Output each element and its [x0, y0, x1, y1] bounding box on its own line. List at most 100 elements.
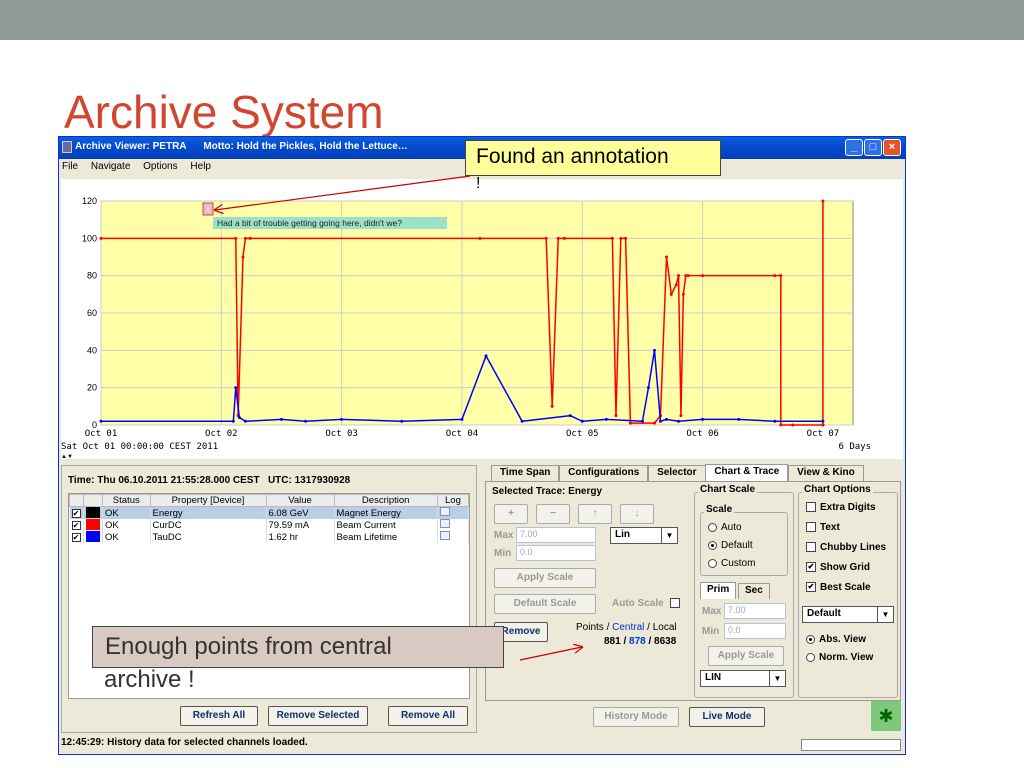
data-point — [231, 419, 235, 423]
tab-configurations[interactable]: Configurations — [559, 465, 649, 481]
table-row[interactable]: ✔ OK CurDC 79.59 mA Beam Current — [69, 519, 470, 531]
tab-chart-trace[interactable]: Chart & Trace — [705, 464, 789, 481]
col-status[interactable]: Status — [102, 494, 151, 507]
chart-option-extra-digits[interactable]: Extra Digits — [806, 502, 876, 513]
prim-max-field[interactable]: 7.00 — [724, 603, 786, 619]
live-mode-button[interactable]: Live Mode — [689, 707, 765, 727]
col-log[interactable]: Log — [436, 494, 470, 507]
tab-prim[interactable]: Prim — [700, 582, 737, 599]
view-norm-label: Norm. View — [819, 652, 874, 663]
remove-all-button[interactable]: Remove All — [388, 706, 468, 726]
plot-collapse-toggle[interactable]: ▲▼ — [61, 454, 73, 459]
remove-selected-button[interactable]: Remove Selected — [268, 706, 368, 726]
log-toggle[interactable] — [439, 507, 450, 516]
data-point — [478, 236, 482, 240]
scale-option-custom[interactable]: Custom — [708, 558, 755, 569]
tab-sec[interactable]: Sec — [738, 583, 770, 599]
data-point — [686, 274, 690, 278]
prim-mode-select[interactable]: LIN ▼ — [700, 670, 786, 687]
row-property: CurDC — [150, 519, 267, 531]
x-tick-label: Oct 06 — [686, 429, 719, 439]
menu-help[interactable]: Help — [190, 161, 211, 172]
trace-color-swatch[interactable] — [86, 519, 100, 531]
menu-navigate[interactable]: Navigate — [91, 161, 130, 172]
annotation-text: Had a bit of trouble getting going here,… — [217, 218, 402, 228]
minimize-button[interactable]: _ — [845, 139, 863, 156]
scale-option-default-label: Default — [721, 540, 753, 551]
chart-preset-value: Default — [807, 608, 841, 619]
window-motto: Motto: Hold the Pickles, Hold the Lettuc… — [203, 141, 408, 152]
data-point — [737, 417, 741, 421]
log-toggle[interactable] — [439, 519, 450, 528]
scale-type-select[interactable]: Lin ▼ — [610, 527, 678, 544]
log-toggle[interactable] — [439, 531, 450, 540]
view-norm[interactable]: Norm. View — [806, 652, 873, 663]
row-checkbox[interactable]: ✔ — [71, 520, 81, 530]
x-tick-label: Oct 04 — [446, 429, 479, 439]
close-button[interactable]: × — [883, 139, 901, 156]
x-tick-label: Oct 05 — [566, 429, 599, 439]
col-description[interactable]: Description — [333, 494, 438, 507]
tab-selector[interactable]: Selector — [648, 465, 706, 481]
found-annotation-tail: ! — [476, 175, 481, 192]
slide-title: Archive System — [64, 86, 384, 138]
data-point — [241, 255, 245, 259]
prim-min-field[interactable]: 0.0 — [724, 623, 786, 639]
history-mode-button[interactable]: History Mode — [593, 707, 679, 727]
maximize-button[interactable]: □ — [864, 139, 882, 156]
points-label: Points / — [576, 622, 613, 633]
chart-option-best-scale[interactable]: ✔ Best Scale — [806, 582, 871, 593]
chart-preset-select[interactable]: Default ▼ — [802, 606, 894, 623]
add-trace-button[interactable]: + — [494, 504, 528, 524]
data-point — [677, 274, 681, 278]
min-field[interactable]: 0.0 — [516, 545, 596, 561]
refresh-all-button[interactable]: Refresh All — [180, 706, 258, 726]
scale-option-default[interactable]: Default — [708, 540, 753, 551]
data-point — [243, 419, 247, 423]
data-point — [304, 419, 308, 423]
max-field[interactable]: 7.00 — [516, 527, 596, 543]
col-value[interactable]: Value — [265, 494, 335, 507]
row-checkbox[interactable]: ✔ — [71, 508, 81, 518]
prim-apply-scale-button[interactable]: Apply Scale — [708, 646, 784, 666]
apply-scale-button[interactable]: Apply Scale — [494, 568, 596, 588]
table-row[interactable]: ✔ OK Energy 6.08 GeV Magnet Energy — [69, 506, 470, 519]
spider-icon[interactable]: ✱ — [871, 701, 901, 731]
move-down-button[interactable]: ↓ — [620, 504, 654, 524]
chart-option-show-grid[interactable]: ✔ Show Grid — [806, 562, 870, 573]
table-row[interactable]: ✔ OK TauDC 1.62 hr Beam Lifetime — [69, 531, 470, 543]
tab-time-span[interactable]: Time Span — [491, 465, 560, 481]
data-point — [779, 423, 783, 427]
row-value: 6.08 GeV — [266, 506, 335, 519]
utc-value: UTC: 1317930928 — [267, 475, 351, 486]
chart-option-chubby-lines[interactable]: Chubby Lines — [806, 542, 886, 553]
x-tick-label: Oct 02 — [205, 429, 238, 439]
data-point — [243, 236, 247, 240]
row-description: Beam Lifetime — [334, 531, 438, 543]
row-status: OK — [102, 531, 151, 543]
row-property: Energy — [150, 506, 267, 519]
status-message: 12:45:29: History data for selected chan… — [61, 737, 308, 748]
trace-color-swatch[interactable] — [86, 531, 100, 543]
menu-file[interactable]: File — [62, 161, 78, 172]
data-point — [248, 236, 252, 240]
plot-svg: 020406080100120Oct 01 Oct 02 Oct 03 Oct 04 O… — [61, 196, 871, 459]
auto-scale-checkbox[interactable] — [670, 598, 680, 608]
status-progress — [801, 739, 901, 751]
data-point — [484, 354, 488, 358]
default-scale-button[interactable]: Default Scale — [494, 594, 596, 614]
tab-view-kino[interactable]: View & Kino — [788, 465, 864, 481]
remove-trace-button[interactable]: − — [536, 504, 570, 524]
col-property[interactable]: Property [Device] — [149, 494, 267, 507]
chart-option-text[interactable]: Text — [806, 522, 840, 533]
central-points-callout: Enough points from central — [92, 626, 504, 668]
move-up-button[interactable]: ↑ — [578, 504, 612, 524]
scale-option-auto[interactable]: Auto — [708, 522, 742, 533]
chart-option-label: Chubby Lines — [820, 542, 887, 553]
trace-color-swatch[interactable] — [86, 507, 100, 519]
archive-plot[interactable]: 0 20 40 60 80 100 120 Oct 01 Oct 02 Oct 03 Oct 04 O… — [61, 179, 903, 459]
menu-options[interactable]: Options — [143, 161, 177, 172]
row-checkbox[interactable]: ✔ — [71, 532, 81, 542]
radio-selected-icon — [806, 634, 815, 644]
view-abs[interactable]: Abs. View — [806, 634, 866, 645]
